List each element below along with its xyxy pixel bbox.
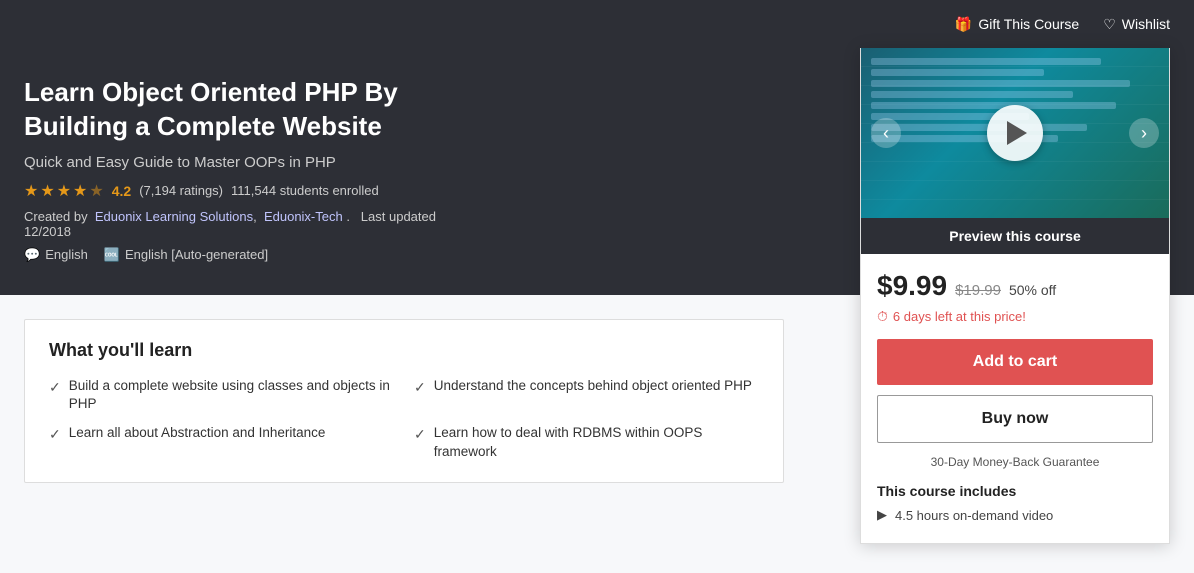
preview-label: Preview this course (861, 218, 1169, 254)
cc-icon: 🆒 (104, 247, 120, 263)
learn-item-1: ✓ Build a complete website using classes… (49, 377, 394, 415)
add-to-cart-button[interactable]: Add to cart (877, 339, 1153, 385)
clock-icon: ⏱ (877, 308, 888, 325)
course-title: Learn Object Oriented PHP By Building a … (24, 76, 444, 144)
check-icon-4: ✓ (414, 425, 426, 445)
star-4: ★ (73, 181, 87, 201)
creator2-link[interactable]: Eduonix-Tech (264, 209, 343, 224)
language-row: 💬 English 🆒 English [Auto-generated] (24, 247, 444, 263)
created-by: Created by Eduonix Learning Solutions, E… (24, 209, 444, 239)
course-card-body: $9.99 $19.99 50% off ⏱ 6 days left at th… (861, 254, 1169, 543)
learn-grid: ✓ Build a complete website using classes… (49, 377, 759, 463)
preview-image: ‹ › (861, 48, 1169, 218)
course-subtitle: Quick and Easy Guide to Master OOPs in P… (24, 154, 444, 171)
price-original: $19.99 (955, 282, 1001, 299)
includes-item-1-text: 4.5 hours on-demand video (895, 508, 1053, 523)
course-includes-title: This course includes (877, 483, 1153, 499)
wishlist-button[interactable]: ♡ Wishlist (1103, 16, 1170, 33)
play-button[interactable] (987, 105, 1043, 161)
learn-item-3-text: Learn all about Abstraction and Inherita… (69, 424, 326, 443)
language-item: 💬 English (24, 247, 88, 263)
star-half: ★ (89, 181, 103, 201)
guarantee-text: 30-Day Money-Back Guarantee (877, 455, 1153, 469)
created-by-label: Created by (24, 209, 88, 224)
learn-item-3: ✓ Learn all about Abstraction and Inheri… (49, 424, 394, 462)
top-bar: 🎁 Gift This Course ♡ Wishlist (0, 0, 1194, 48)
hero-section: Learn Object Oriented PHP By Building a … (0, 48, 1194, 295)
content-area: What you'll learn ✓ Build a complete web… (24, 319, 784, 504)
gift-icon: 🎁 (955, 16, 972, 33)
learn-item-4: ✓ Learn how to deal with RDBMS within OO… (414, 424, 759, 462)
star-3: ★ (57, 181, 71, 201)
prev-arrow[interactable]: ‹ (871, 118, 901, 148)
learn-box: What you'll learn ✓ Build a complete web… (24, 319, 784, 484)
speech-bubble-icon: 💬 (24, 247, 40, 263)
gift-course-button[interactable]: 🎁 Gift This Course (955, 16, 1079, 33)
star-rating: ★ ★ ★ ★ ★ (24, 181, 104, 201)
rating-count: (7,194 ratings) (139, 183, 223, 198)
students-count: 111,544 students enrolled (231, 183, 379, 198)
captions-item: 🆒 English [Auto-generated] (104, 247, 268, 263)
learn-title: What you'll learn (49, 340, 759, 361)
includes-item-1: ▶ 4.5 hours on-demand video (877, 507, 1153, 523)
rating-row: ★ ★ ★ ★ ★ 4.2 (7,194 ratings) 111,544 st… (24, 181, 444, 201)
star-1: ★ (24, 181, 38, 201)
hero-content: Learn Object Oriented PHP By Building a … (24, 76, 784, 263)
check-icon-2: ✓ (414, 378, 426, 398)
buy-now-button[interactable]: Buy now (877, 395, 1153, 443)
wishlist-label: Wishlist (1122, 16, 1170, 32)
course-preview[interactable]: ‹ › Preview this course (861, 48, 1169, 254)
course-card: ‹ › Preview this course $9.99 $19.99 50%… (860, 48, 1170, 544)
learn-item-1-text: Build a complete website using classes a… (69, 377, 394, 415)
learn-item-2-text: Understand the concepts behind object or… (434, 377, 752, 396)
learn-item-2: ✓ Understand the concepts behind object … (414, 377, 759, 415)
learn-item-4-text: Learn how to deal with RDBMS within OOPS… (434, 424, 759, 462)
creator1-link[interactable]: Eduonix Learning Solutions (95, 209, 253, 224)
video-icon: ▶ (877, 507, 887, 523)
last-updated-label: Last updated (361, 209, 436, 224)
captions-value: English [Auto-generated] (125, 247, 268, 262)
price-discount: 50% off (1009, 282, 1056, 298)
play-icon (1007, 121, 1027, 145)
rating-number: 4.2 (112, 183, 131, 199)
days-left-text: 6 days left at this price! (893, 309, 1026, 324)
days-left: ⏱ 6 days left at this price! (877, 308, 1153, 325)
price-row: $9.99 $19.99 50% off (877, 270, 1153, 302)
next-arrow[interactable]: › (1129, 118, 1159, 148)
language-value: English (45, 247, 88, 262)
star-2: ★ (40, 181, 54, 201)
check-icon-1: ✓ (49, 378, 61, 398)
check-icon-3: ✓ (49, 425, 61, 445)
last-updated-value: 12/2018 (24, 224, 71, 239)
price-current: $9.99 (877, 270, 947, 302)
heart-icon: ♡ (1103, 16, 1116, 33)
gift-label: Gift This Course (978, 16, 1079, 32)
